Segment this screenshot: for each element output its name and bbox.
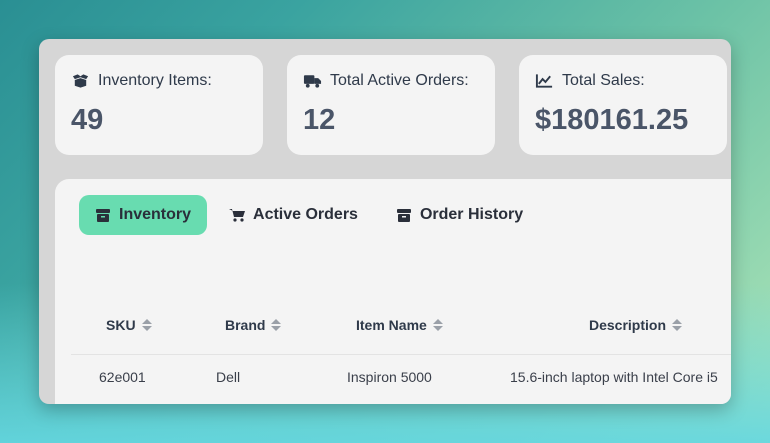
table-header: SKU Brand Item Name Description <box>71 317 731 355</box>
column-label: Brand <box>225 317 266 333</box>
stat-card-inventory: Inventory Items: 49 <box>55 55 263 155</box>
cell-item-name: Inspiron 5000 <box>347 369 432 385</box>
stat-value-inventory: 49 <box>71 104 104 136</box>
stat-value-sales: $180161.25 <box>535 104 689 136</box>
stat-card-sales: Total Sales: $180161.25 <box>519 55 727 155</box>
tab-label: Inventory <box>119 206 192 223</box>
sort-icon[interactable] <box>271 319 282 331</box>
boxes-icon <box>72 74 89 88</box>
cell-sku: 62e001 <box>99 369 146 385</box>
stat-label-orders: Total Active Orders: <box>330 72 469 89</box>
tab-active-orders[interactable]: Active Orders <box>213 195 374 235</box>
tab-label: Order History <box>419 206 524 223</box>
cart-icon <box>229 209 246 222</box>
app-window: Inventory Items: 49 Total Active Orders:… <box>39 39 731 404</box>
stat-card-orders: Total Active Orders: 12 <box>287 55 495 155</box>
chart-line-icon <box>535 74 553 88</box>
cell-brand: Dell <box>216 369 241 385</box>
stat-label-inventory: Inventory Items: <box>98 72 212 89</box>
stat-value-orders: 12 <box>303 104 336 136</box>
column-label: Description <box>589 317 667 333</box>
stat-label-sales: Total Sales: <box>562 72 645 89</box>
table-row[interactable]: 62e001 Dell Inspiron 5000 15.6-inch lapt… <box>71 369 731 393</box>
tab-label: Active Orders <box>253 206 358 223</box>
tab-bar: Inventory Active Orders Order History <box>79 195 539 235</box>
column-header-description[interactable]: Description <box>589 317 683 333</box>
sort-icon[interactable] <box>672 319 683 331</box>
tab-inventory[interactable]: Inventory <box>79 195 208 235</box>
truck-icon <box>303 75 322 88</box>
archive-icon <box>396 209 411 222</box>
column-header-brand[interactable]: Brand <box>225 317 282 333</box>
column-header-item-name[interactable]: Item Name <box>356 317 443 333</box>
column-label: Item Name <box>356 317 427 333</box>
column-label: SKU <box>106 317 136 333</box>
column-header-sku[interactable]: SKU <box>106 317 152 333</box>
tab-order-history[interactable]: Order History <box>380 195 539 235</box>
cell-description: 15.6-inch laptop with Intel Core i5 <box>510 369 718 385</box>
sort-icon[interactable] <box>141 319 152 331</box>
inventory-panel: Inventory Active Orders Order History SK… <box>55 179 731 404</box>
box-icon <box>96 209 110 222</box>
sort-icon[interactable] <box>432 319 443 331</box>
